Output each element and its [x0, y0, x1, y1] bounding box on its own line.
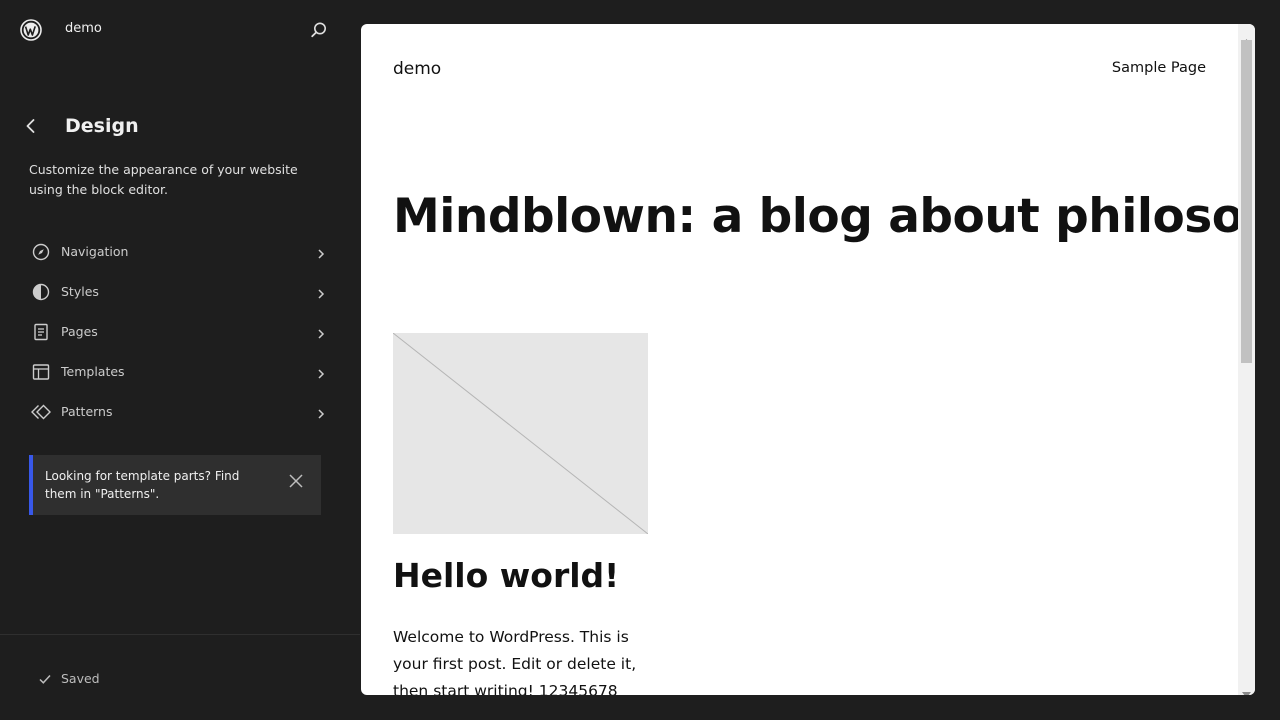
preview-site-title[interactable]: demo: [393, 59, 441, 79]
nav-item-label: Styles: [61, 284, 99, 299]
chevron-right-icon: [316, 365, 326, 379]
site-name[interactable]: demo: [65, 21, 102, 36]
save-status: Saved: [61, 671, 100, 686]
preview-content: demo Sample Page Mindblown: a blog about…: [361, 24, 1238, 695]
nav-item-pages[interactable]: Pages: [20, 312, 340, 352]
page-icon: [30, 321, 52, 343]
post-excerpt: Welcome to WordPress. This is your first…: [393, 628, 637, 695]
notice-text: Looking for template parts? Find them in…: [45, 469, 240, 501]
post-title[interactable]: Hello world!: [393, 556, 619, 595]
preview-scrollbar[interactable]: [1238, 24, 1255, 695]
close-icon[interactable]: [287, 472, 305, 490]
nav-item-label: Pages: [61, 324, 98, 339]
nav-item-styles[interactable]: Styles: [20, 272, 340, 312]
sidebar: demo Design Customize the appearance of …: [0, 0, 360, 720]
nav-item-label: Patterns: [61, 404, 113, 419]
design-nav-list: Navigation Styles Pages Templates Patter…: [20, 232, 340, 432]
nav-item-navigation[interactable]: Navigation: [20, 232, 340, 272]
nav-item-label: Templates: [61, 364, 125, 379]
featured-image-placeholder[interactable]: [392, 332, 649, 535]
preview-tagline: Mindblown: a blog about philosophy.: [393, 189, 1238, 244]
compass-icon: [30, 241, 52, 263]
chevron-right-icon: [316, 325, 326, 339]
chevron-right-icon: [316, 245, 326, 259]
panel-title: Design: [65, 115, 139, 137]
nav-item-label: Navigation: [61, 244, 129, 259]
panel-description: Customize the appearance of your website…: [29, 162, 298, 197]
symbol-icon: [30, 401, 52, 423]
site-editor: demo Design Customize the appearance of …: [0, 0, 1280, 720]
scroll-up-arrow-icon[interactable]: [1242, 30, 1251, 45]
check-icon: [38, 671, 52, 685]
layout-icon: [30, 361, 52, 383]
back-chevron-icon[interactable]: [20, 115, 42, 137]
half-circle-icon: [30, 281, 52, 303]
preview-nav-link[interactable]: Sample Page: [1112, 60, 1206, 76]
chevron-right-icon: [316, 405, 326, 419]
sidebar-header: demo: [0, 0, 360, 60]
site-preview-frame[interactable]: demo Sample Page Mindblown: a blog about…: [361, 24, 1255, 695]
scrollbar-thumb[interactable]: [1241, 40, 1252, 363]
template-parts-notice: Looking for template parts? Find them in…: [29, 455, 321, 515]
sidebar-footer: Saved: [0, 634, 360, 720]
nav-item-patterns[interactable]: Patterns: [20, 392, 340, 432]
chevron-right-icon: [316, 285, 326, 299]
wordpress-logo-icon[interactable]: [20, 19, 42, 41]
nav-item-templates[interactable]: Templates: [20, 352, 340, 392]
search-icon[interactable]: [308, 19, 330, 41]
scroll-down-arrow-icon[interactable]: [1242, 683, 1251, 695]
